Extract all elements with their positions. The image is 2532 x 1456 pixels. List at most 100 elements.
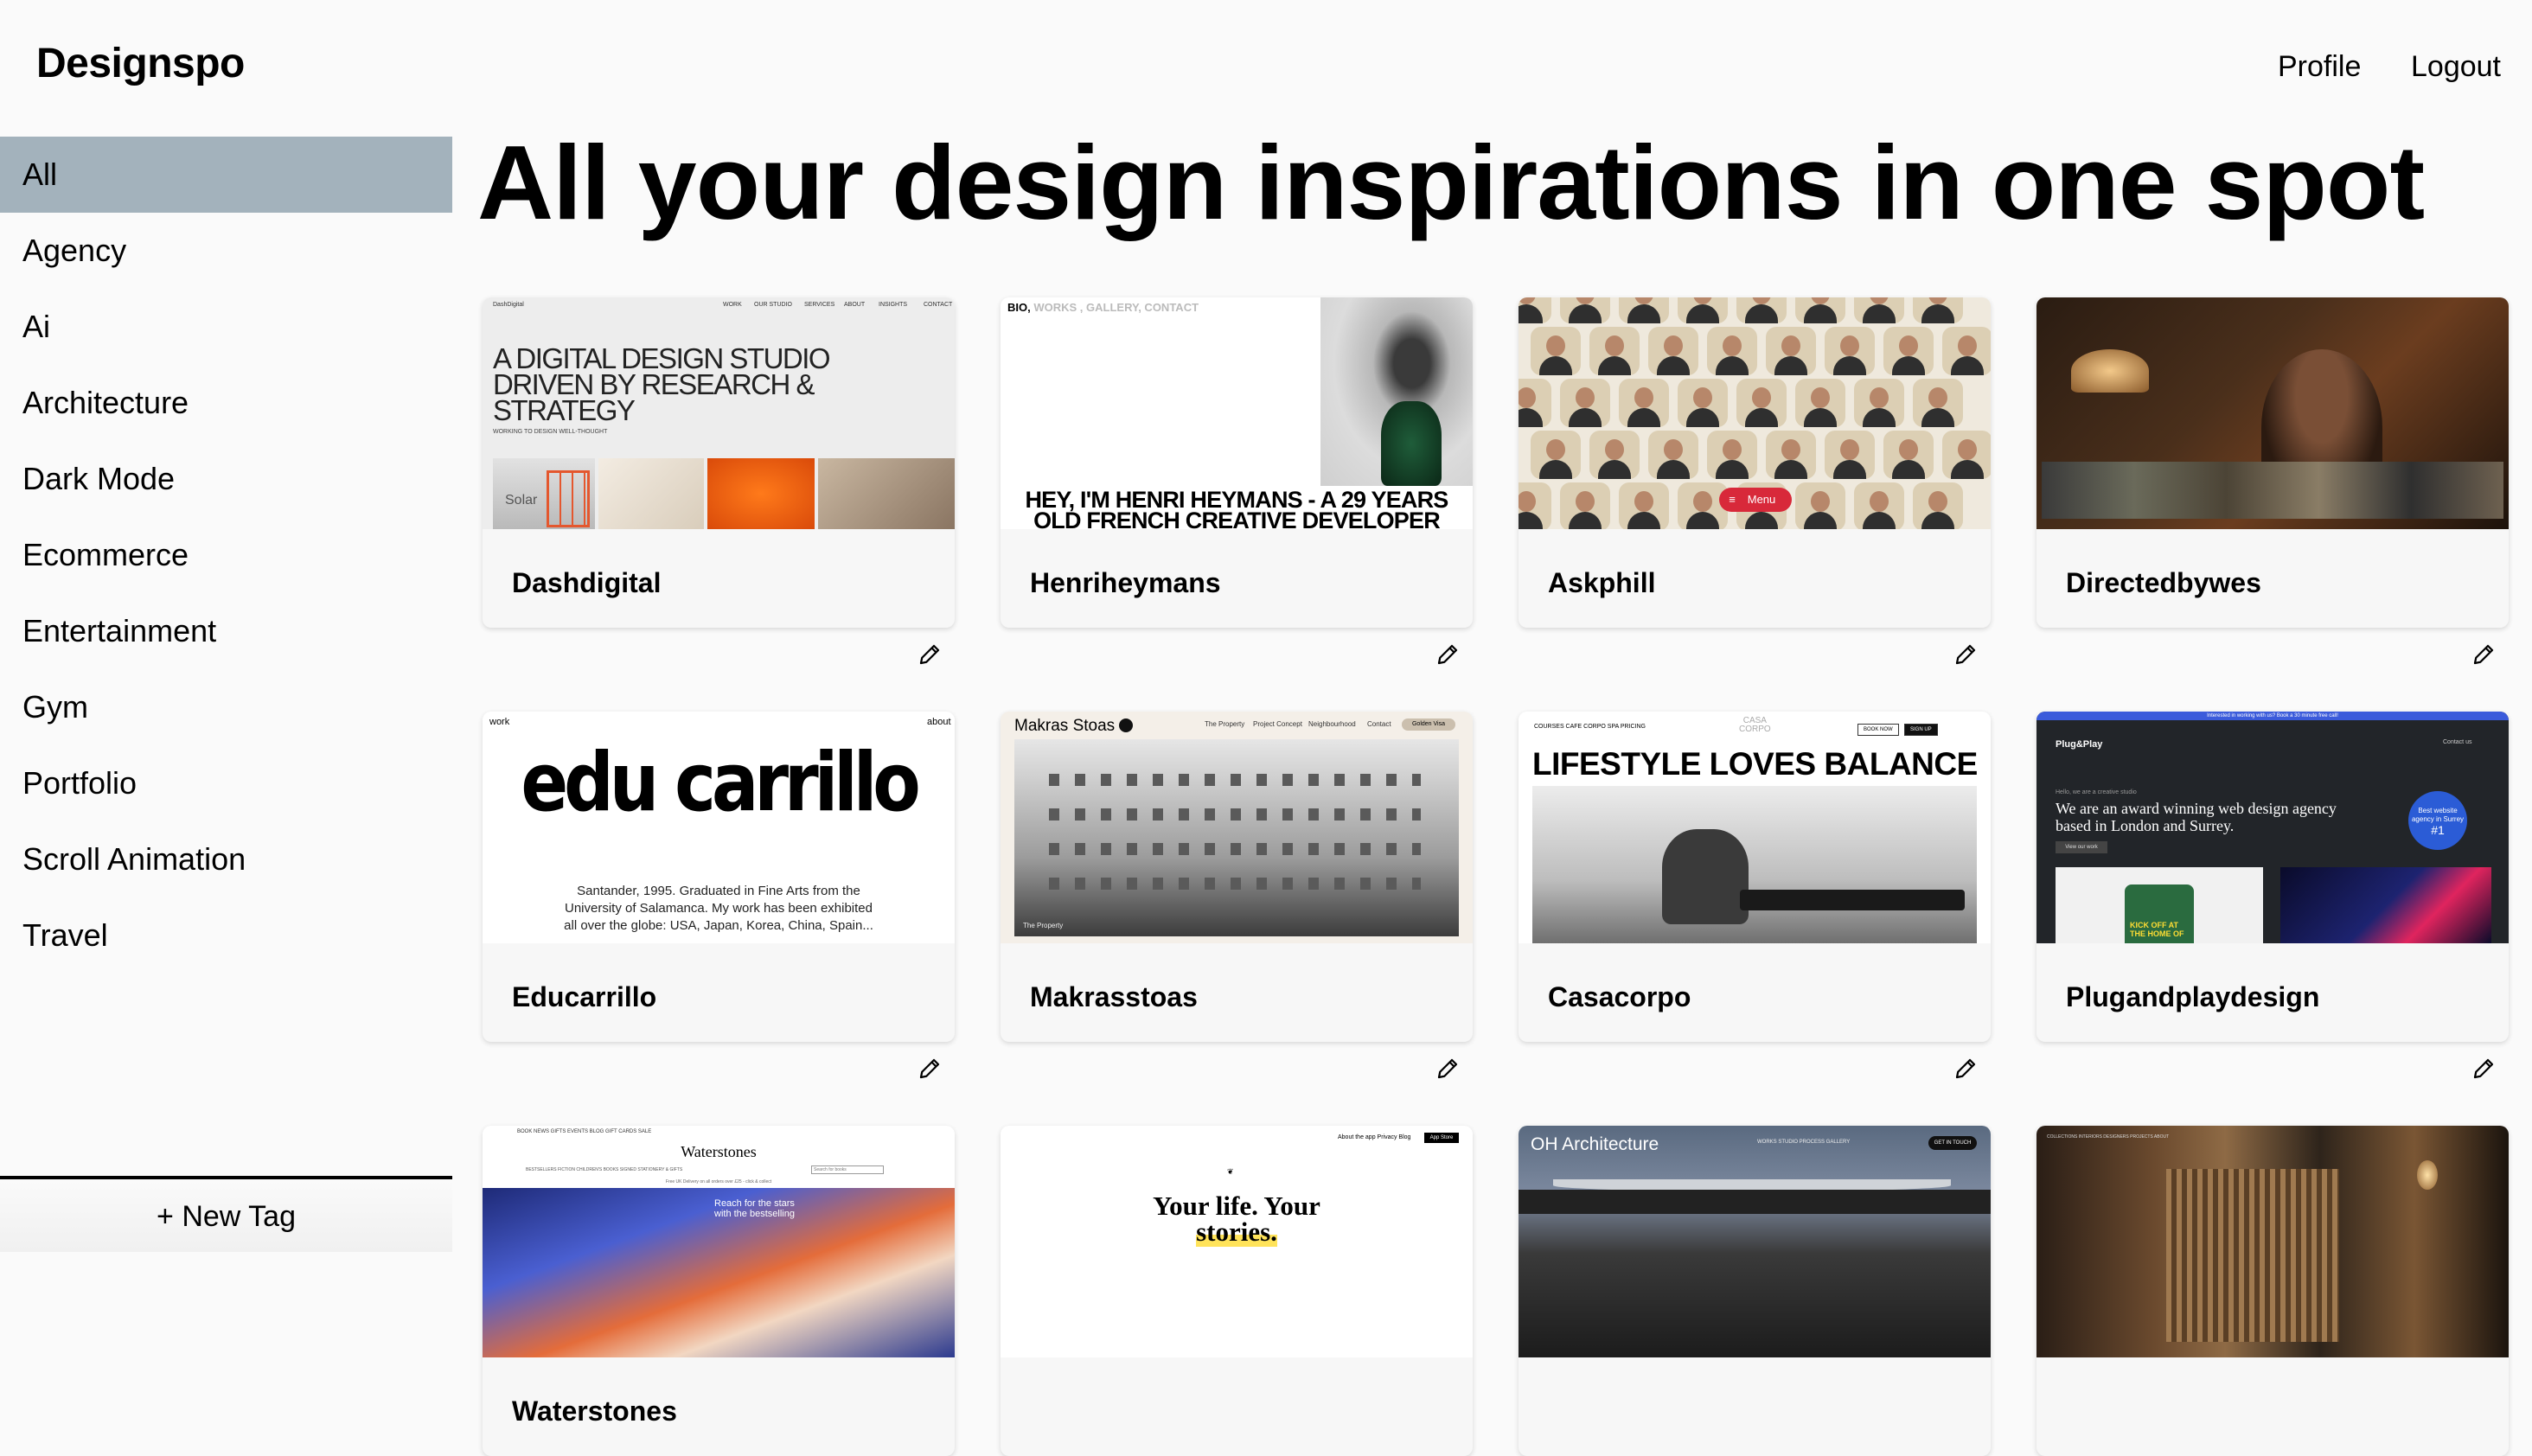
thumb-eyebrow: Hello, we are a creative studio [2056,789,2137,795]
pencil-icon[interactable] [1953,642,1979,667]
app-logo[interactable]: Designspo [36,40,245,87]
page-title: All your design inspirations in one spot [477,124,2425,241]
thumb-face-tile [1648,431,1698,479]
thumb-headline: We are an award winning web design agenc… [2056,800,2337,834]
thumb-face-tile [1560,297,1610,323]
thumb-nav: WORKS STUDIO PROCESS GALLERY [1757,1140,1851,1145]
thumb-headline: HEY, I'M HENRI HEYMANS - A 29 YEARS OLD … [1001,489,1473,530]
thumb-nav-bold: BIO, [1007,301,1031,314]
tag-sidebar: All Agency Ai Architecture Dark Mode Eco… [0,137,452,1252]
thumb-decoration [1381,401,1442,486]
sidebar-item-architecture[interactable]: Architecture [0,365,452,441]
thumb-paragraph-line: all over the globe: USA, Japan, Korea, C… [564,918,873,933]
inspiration-card-makrasstoas[interactable]: Makras Stoas The Property Project Concep… [1001,712,1473,1042]
sidebar-item-ecommerce[interactable]: Ecommerce [0,517,452,593]
thumb-decoration [2166,1169,2339,1342]
card-thumbnail: Makras Stoas The Property Project Concep… [1001,712,1473,943]
thumb-headline-line: Your life. Your [1153,1191,1320,1221]
inspiration-card-askphill[interactable]: Menu Askphill [1519,297,1991,628]
thumb-nav: BIO, WORKS , GALLERY, CONTACT [1007,301,1199,314]
thumb-face-tile [1589,327,1640,375]
thumb-nav-work: work [489,717,510,727]
thumb-headline: A DIGITAL DESIGN STUDIO DRIVEN BY RESEAR… [493,344,831,425]
thumb-brand: Makras Stoas [1014,717,1134,736]
thumb-face-tile [1795,379,1845,427]
thumb-face-tile [1913,379,1963,427]
thumb-banner: Interested in working with us? Book a 30… [2036,712,2509,720]
sidebar-item-portfolio[interactable]: Portfolio [0,745,452,821]
thumb-badge-number: #1 [2431,823,2445,837]
sidebar-item-travel[interactable]: Travel [0,897,452,974]
pencil-icon[interactable] [917,642,943,667]
thumb-nav-item: Neighbourhood [1308,720,1356,728]
thumb-decoration [1662,829,1749,924]
thumb-caption: The Property [1023,922,1064,929]
inspiration-card-plugandplaydesign[interactable]: Interested in working with us? Book a 30… [2036,712,2509,1042]
inspiration-card-oh-architecture[interactable]: OH Architecture WORKS STUDIO PROCESS GAL… [1519,1126,1991,1456]
inspiration-card-waterstones[interactable]: BOOK NEWS GIFTS EVENTS BLOG GIFT CARDS S… [483,1126,955,1456]
card-thumbnail: BOOK NEWS GIFTS EVENTS BLOG GIFT CARDS S… [483,1126,955,1357]
pencil-icon[interactable] [1435,642,1461,667]
thumb-photo: KICK OFF AT THE HOME OF [2056,867,2263,943]
inspiration-card-yourlife[interactable]: About the app Privacy Blog App Store ❦ Y… [1001,1126,1473,1456]
thumb-paragraph-line: Santander, 1995. Graduated in Fine Arts … [577,884,860,898]
card-title: Plugandplaydesign [2066,981,2320,1012]
thumb-photo [598,458,704,529]
inspiration-card-educarrillo[interactable]: work about edu carrillo Santander, 1995.… [483,712,955,1042]
logout-link[interactable]: Logout [2411,50,2501,84]
sidebar-item-scroll-animation[interactable]: Scroll Animation [0,821,452,897]
card-title: Henriheymans [1030,567,1221,598]
thumb-face-tile [1795,297,1845,323]
thumb-decoration [1740,890,1965,910]
thumb-face-tile [1519,379,1551,427]
thumb-photo [818,458,955,529]
sidebar-item-entertainment[interactable]: Entertainment [0,593,452,669]
thumb-face-tile [1678,379,1728,427]
thumb-face-tile [1942,431,1991,479]
thumb-face-tile [1736,379,1787,427]
sidebar-item-ai[interactable]: Ai [0,289,452,365]
thumb-nav-item: Contact [1367,720,1391,728]
pencil-icon[interactable] [1953,1056,1979,1082]
inspiration-card-directedbywes[interactable]: Directedbywes [2036,297,2509,628]
inspiration-card-henriheymans[interactable]: BIO, WORKS , GALLERY, CONTACT HEY, I'M H… [1001,297,1473,628]
thumb-face-tile [1913,297,1963,323]
thumb-nav-grey: WORKS , GALLERY, CONTACT [1033,301,1199,314]
thumb-brand: OH Architecture [1531,1134,1659,1154]
thumb-nav-item: The Property [1205,720,1245,728]
thumb-nav: COLLECTIONS INTERIORS DESIGNERS PROJECTS… [2047,1134,2170,1140]
thumb-face-tile [1619,297,1669,323]
new-tag-button[interactable]: + New Tag [0,1179,452,1252]
thumb-face-tile [1619,379,1669,427]
thumb-nav-item: SERVICES [804,302,835,308]
profile-link[interactable]: Profile [2278,50,2361,84]
sidebar-item-dark-mode[interactable]: Dark Mode [0,441,452,517]
thumb-face-tile [1531,327,1581,375]
thumb-logo-mark [1119,718,1134,732]
thumb-cta: View our work [2056,841,2107,853]
card-thumbnail [2036,297,2509,529]
thumb-decoration [2071,349,2149,393]
sidebar-item-agency[interactable]: Agency [0,213,452,289]
card-thumbnail: Interested in working with us? Book a 30… [2036,712,2509,943]
card-thumbnail: BIO, WORKS , GALLERY, CONTACT HEY, I'M H… [1001,297,1473,529]
pencil-icon[interactable] [1435,1056,1461,1082]
sidebar-item-gym[interactable]: Gym [0,669,452,745]
pencil-icon[interactable] [2471,1056,2497,1082]
thumb-face-tile [1519,297,1551,323]
inspiration-card-dashdigital[interactable]: DashDigital WORK OUR STUDIO SERVICES ABO… [483,297,955,628]
pencil-icon[interactable] [917,1056,943,1082]
sidebar-item-all[interactable]: All [0,137,452,213]
thumb-seal-icon: ❦ [1227,1167,1234,1176]
thumb-nav-item: CONTACT [924,302,953,308]
pencil-icon[interactable] [2471,642,2497,667]
thumb-photo [1532,786,1977,943]
inspiration-card-casacorpo[interactable]: COURSES CAFE CORPO SPA PRICING CASA CORP… [1519,712,1991,1042]
thumb-hero-text: Reach for the stars with the bestselling [714,1198,795,1219]
thumb-face-tile [1766,327,1816,375]
thumb-nav: DashDigital WORK OUR STUDIO SERVICES ABO… [483,297,955,310]
inspiration-card-interior[interactable]: COLLECTIONS INTERIORS DESIGNERS PROJECTS… [2036,1126,2509,1456]
card-thumbnail: Menu [1519,297,1991,529]
thumb-nav-item: ABOUT [844,302,866,308]
thumb-photo [707,458,815,529]
